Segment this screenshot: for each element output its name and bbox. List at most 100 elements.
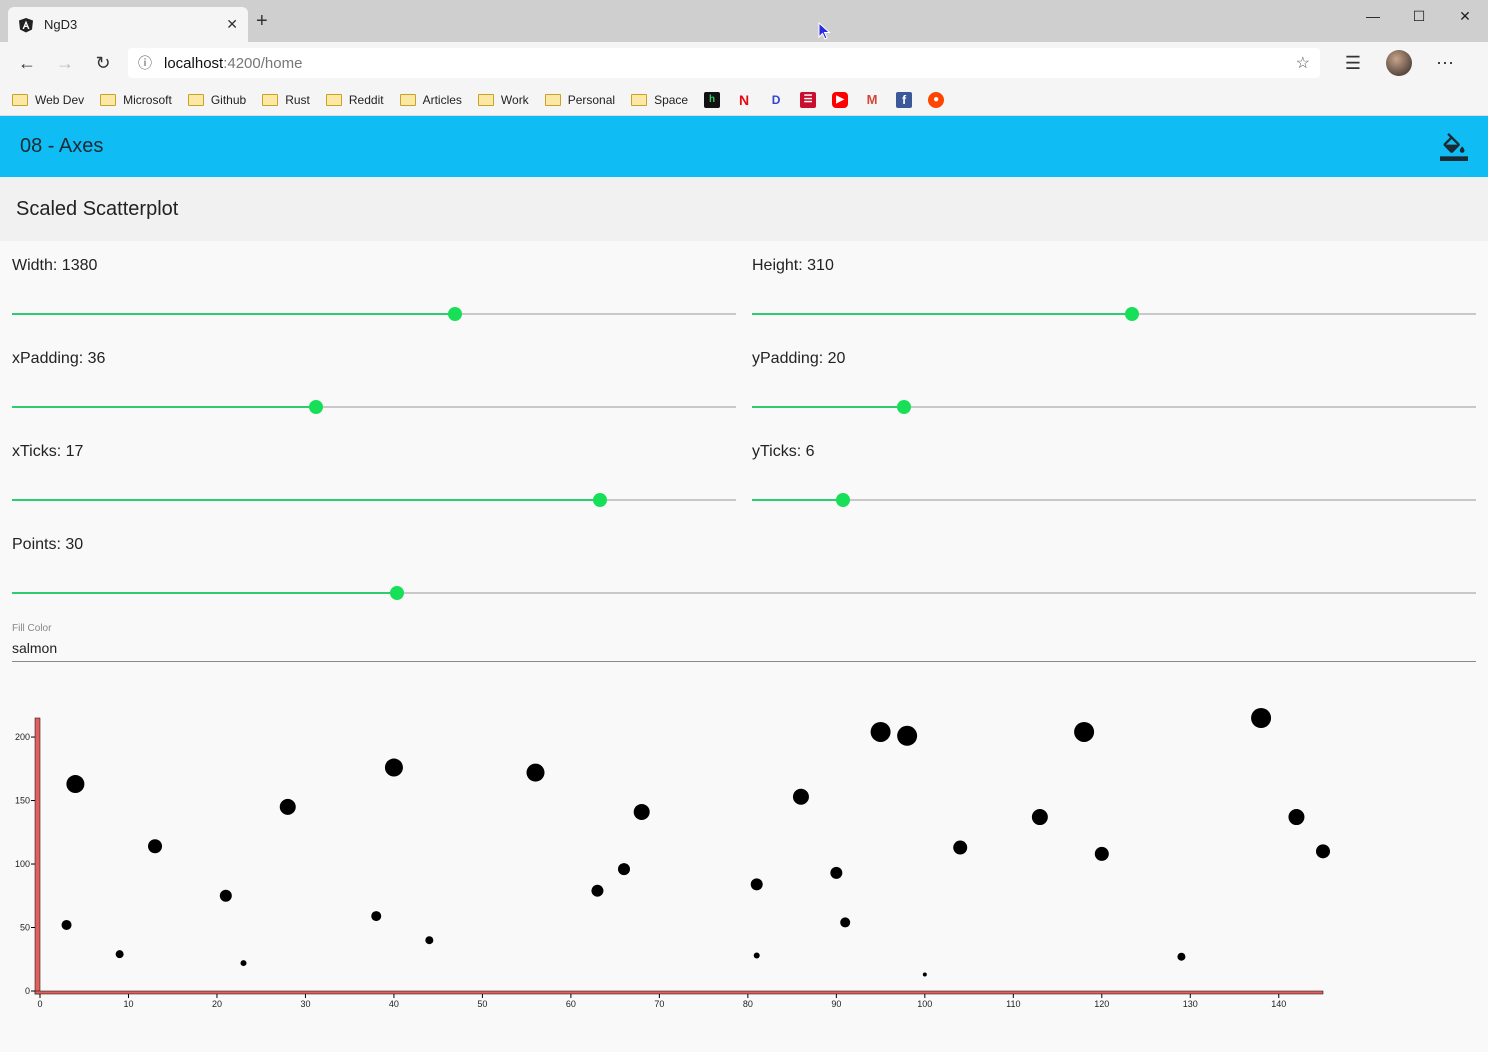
slider-thumb[interactable]	[897, 400, 912, 414]
controls-panel: Width: 1380 Height: 310 xPadding: 36 yPa…	[0, 241, 1488, 662]
xticks-slider[interactable]: xTicks: 17	[12, 427, 736, 520]
format-color-fill-icon[interactable]	[1440, 132, 1468, 161]
bookmark-folder[interactable]: Microsoft	[100, 93, 172, 107]
hackerrank-icon[interactable]: h	[704, 91, 721, 108]
back-icon[interactable]: ←	[8, 47, 46, 79]
browser-titlebar: NgD3 ✕ + — ☐ ✕	[0, 0, 1488, 42]
slider-thumb[interactable]	[309, 400, 324, 414]
browser-tab[interactable]: NgD3 ✕	[8, 7, 248, 42]
bookmark-label: Microsoft	[123, 92, 172, 107]
favorites-list-icon[interactable]: ☰	[1334, 47, 1372, 79]
new-tab-button[interactable]: +	[256, 10, 268, 33]
slider-thumb[interactable]	[390, 586, 405, 600]
netflix-icon[interactable]: N	[736, 92, 752, 108]
url-host: localhost	[164, 54, 224, 72]
slider-track[interactable]	[12, 400, 736, 414]
scatter-point	[953, 840, 968, 855]
browser-navbar: ← → ↻ ⓘ localhost:4200/home ☆ ☰ ⋯	[0, 42, 1488, 84]
scatterplot-chart: 0 50 100 150 200 0 10 20 30 40 50 60 70 80 90 100 110 120…	[15, 708, 1330, 1009]
slider-thumb[interactable]	[835, 493, 850, 507]
minimize-icon[interactable]: —	[1350, 0, 1396, 32]
height-slider[interactable]: Height: 310	[752, 241, 1476, 334]
bookmark-folder[interactable]: Work	[477, 92, 529, 107]
avatar[interactable]	[1386, 50, 1412, 76]
card-title: Scaled Scatterplot	[0, 177, 1488, 241]
scatter-point	[1074, 721, 1095, 742]
points-slider[interactable]: Points: 30	[12, 520, 1476, 613]
bookmark-label: Reddit	[348, 92, 384, 107]
scatter-point	[1251, 708, 1272, 728]
fill-color-input[interactable]	[12, 640, 412, 656]
slider-track[interactable]	[12, 586, 1476, 600]
ypadding-label: yPadding: 20	[752, 350, 846, 367]
bookmark-label: Github	[210, 92, 247, 107]
xpadding-label: xPadding: 36	[12, 350, 106, 367]
x-tick-label: 50	[477, 999, 487, 1009]
scatter-point	[115, 950, 124, 959]
url-path: :4200/home	[223, 54, 303, 72]
facebook-icon[interactable]: f	[896, 91, 913, 108]
scatter-point	[148, 839, 163, 854]
slider-track[interactable]	[12, 493, 736, 507]
x-tick-label: 80	[743, 999, 753, 1009]
slider-fill	[752, 406, 905, 408]
y-tick-label: 0	[25, 986, 30, 996]
scatter-point	[425, 936, 434, 945]
scatter-point	[371, 911, 382, 922]
gmail-icon[interactable]: M	[864, 92, 880, 108]
y-tick-label: 200	[15, 732, 30, 742]
scatter-point	[279, 798, 296, 815]
bookmark-folder[interactable]: Personal	[544, 93, 615, 107]
forward-icon[interactable]: →	[46, 47, 84, 79]
x-tick-label: 70	[654, 999, 664, 1009]
fill-color-field[interactable]: Fill Color	[12, 619, 1476, 662]
scatter-point	[633, 803, 650, 820]
scatter-point	[1316, 844, 1330, 859]
ypadding-slider[interactable]: yPadding: 20	[752, 334, 1476, 427]
bookmark-label: Work	[500, 92, 529, 107]
window-close-icon[interactable]: ✕	[1442, 0, 1488, 32]
yticks-slider[interactable]: yTicks: 6	[752, 427, 1476, 520]
bookmark-folder[interactable]: Web Dev	[12, 93, 84, 107]
tab-title: NgD3	[44, 17, 78, 32]
bookmark-folder[interactable]: Github	[187, 92, 247, 107]
yticks-label: yTicks: 6	[752, 443, 815, 460]
bookmark-label: Web Dev	[35, 92, 85, 107]
slider-thumb[interactable]	[1125, 307, 1140, 321]
disney-plus-icon[interactable]: D	[768, 92, 784, 108]
folder-icon	[100, 93, 117, 106]
slider-track[interactable]	[12, 307, 736, 321]
bookmark-folder[interactable]: Rust	[262, 93, 310, 107]
slider-thumb[interactable]	[592, 493, 607, 507]
xticks-label: xTicks: 17	[12, 443, 84, 460]
address-bar[interactable]: ⓘ localhost:4200/home ☆	[128, 48, 1320, 78]
bookmark-folder[interactable]: Reddit	[325, 92, 384, 107]
scatter-point	[870, 721, 891, 742]
width-slider[interactable]: Width: 1380	[12, 241, 736, 334]
folder-icon	[544, 93, 561, 106]
slider-thumb[interactable]	[448, 307, 463, 321]
scatter-point	[1177, 952, 1186, 961]
maximize-icon[interactable]: ☐	[1396, 0, 1442, 32]
slider-fill	[752, 313, 1133, 315]
scatter-point	[792, 788, 809, 805]
slider-fill	[12, 406, 317, 408]
slider-track[interactable]	[752, 400, 1476, 414]
x-tick-label: 130	[1183, 999, 1198, 1009]
more-options-icon[interactable]: ⋯	[1426, 47, 1464, 79]
bookmarks-bar: Web Dev Microsoft Github Rust Reddit Art…	[0, 84, 1488, 116]
bookmark-folder[interactable]: Space	[631, 93, 688, 107]
favorite-star-icon[interactable]: ☆	[1296, 53, 1310, 73]
refresh-icon[interactable]: ↻	[84, 47, 122, 79]
info-icon[interactable]: ⓘ	[138, 53, 152, 73]
reddit-icon[interactable]: ●	[928, 91, 945, 108]
slider-track[interactable]	[752, 493, 1476, 507]
xpadding-slider[interactable]: xPadding: 36	[12, 334, 736, 427]
slider-fill	[12, 499, 600, 501]
slider-track[interactable]	[752, 307, 1476, 321]
bookmark-folder[interactable]: Articles	[399, 93, 462, 107]
books-icon[interactable]: ☰	[800, 91, 817, 108]
tab-close-icon[interactable]: ✕	[226, 16, 238, 33]
scatter-point	[1031, 809, 1048, 826]
youtube-icon[interactable]: ▶	[832, 91, 849, 108]
